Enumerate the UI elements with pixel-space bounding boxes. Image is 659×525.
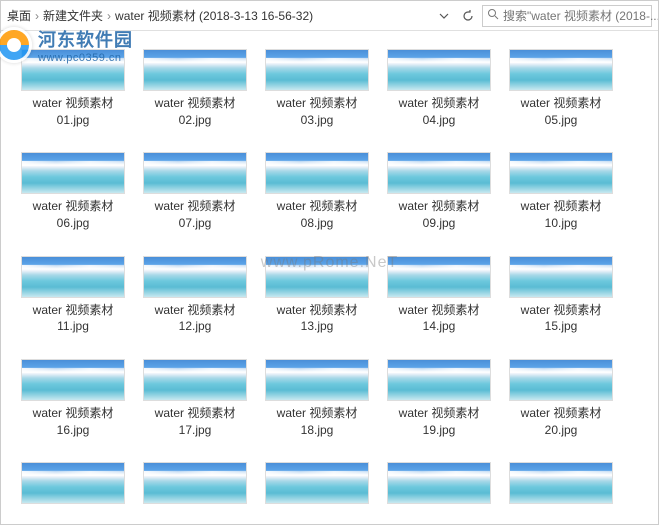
file-name-label: water 视频素材11.jpg: [21, 302, 125, 336]
thumbnail-image: [387, 256, 491, 298]
file-name-label: water 视频素材01.jpg: [21, 95, 125, 129]
breadcrumb-item[interactable]: water 视频素材 (2018-3-13 16-56-32): [115, 7, 313, 24]
file-item[interactable]: water 视频素材16.jpg: [21, 359, 125, 440]
file-grid: water 视频素材01.jpg water 视频素材02.jpg water 视频…: [1, 31, 658, 524]
file-item[interactable]: water 视频素材03.jpg: [265, 49, 369, 130]
thumbnail-image: [265, 462, 369, 504]
thumbnail-image: [143, 152, 247, 194]
breadcrumb-item[interactable]: 新建文件夹: [43, 7, 103, 24]
breadcrumb-item[interactable]: 桌面: [7, 7, 31, 24]
thumbnail-image: [387, 462, 491, 504]
file-item[interactable]: water 视频素材14.jpg: [387, 256, 491, 337]
file-name-label: water 视频素材04.jpg: [387, 95, 491, 129]
file-name-label: water 视频素材15.jpg: [509, 302, 613, 336]
file-name-label: water 视频素材13.jpg: [265, 302, 369, 336]
file-name-label: water 视频素材12.jpg: [143, 302, 247, 336]
file-item[interactable]: water 视频素材18.jpg: [265, 359, 369, 440]
thumbnail-image: [509, 359, 613, 401]
file-name-label: water 视频素材06.jpg: [21, 198, 125, 232]
file-item[interactable]: water 视频素材02.jpg: [143, 49, 247, 130]
thumbnail-image: [387, 152, 491, 194]
thumbnail-image: [21, 152, 125, 194]
search-box[interactable]: →: [482, 5, 652, 27]
breadcrumb[interactable]: 桌面 › 新建文件夹 › water 视频素材 (2018-3-13 16-56…: [7, 7, 430, 24]
file-name-label: water 视频素材08.jpg: [265, 198, 369, 232]
thumbnail-image: [509, 256, 613, 298]
file-item[interactable]: water 视频素材08.jpg: [265, 152, 369, 233]
thumbnail-image: [21, 359, 125, 401]
address-toolbar: 桌面 › 新建文件夹 › water 视频素材 (2018-3-13 16-56…: [1, 1, 658, 31]
thumbnail-image: [265, 152, 369, 194]
file-name-label: water 视频素材14.jpg: [387, 302, 491, 336]
thumbnail-image: [143, 256, 247, 298]
thumbnail-image: [265, 49, 369, 91]
thumbnail-image: [265, 256, 369, 298]
file-item[interactable]: water 视频素材17.jpg: [143, 359, 247, 440]
thumbnail-image: [143, 49, 247, 91]
file-name-label: water 视频素材07.jpg: [143, 198, 247, 232]
file-name-label: water 视频素材17.jpg: [143, 405, 247, 439]
thumbnail-image: [21, 256, 125, 298]
file-item[interactable]: [143, 462, 247, 506]
chevron-right-icon: ›: [35, 9, 39, 23]
file-item[interactable]: water 视频素材07.jpg: [143, 152, 247, 233]
chevron-right-icon: ›: [107, 9, 111, 23]
file-name-label: water 视频素材10.jpg: [509, 198, 613, 232]
file-item[interactable]: water 视频素材09.jpg: [387, 152, 491, 233]
file-item[interactable]: water 视频素材20.jpg: [509, 359, 613, 440]
file-name-label: water 视频素材03.jpg: [265, 95, 369, 129]
thumbnail-image: [21, 49, 125, 91]
file-item[interactable]: water 视频素材05.jpg: [509, 49, 613, 130]
file-item[interactable]: water 视频素材13.jpg: [265, 256, 369, 337]
file-item[interactable]: water 视频素材01.jpg: [21, 49, 125, 130]
search-icon: [487, 8, 499, 23]
file-name-label: water 视频素材05.jpg: [509, 95, 613, 129]
file-name-label: water 视频素材09.jpg: [387, 198, 491, 232]
file-item[interactable]: water 视频素材06.jpg: [21, 152, 125, 233]
file-item[interactable]: water 视频素材10.jpg: [509, 152, 613, 233]
file-item[interactable]: water 视频素材15.jpg: [509, 256, 613, 337]
file-name-label: water 视频素材20.jpg: [509, 405, 613, 439]
file-item[interactable]: water 视频素材19.jpg: [387, 359, 491, 440]
thumbnail-image: [143, 359, 247, 401]
file-item[interactable]: water 视频素材04.jpg: [387, 49, 491, 130]
thumbnail-image: [387, 359, 491, 401]
file-item[interactable]: water 视频素材12.jpg: [143, 256, 247, 337]
thumbnail-image: [143, 462, 247, 504]
file-name-label: water 视频素材16.jpg: [21, 405, 125, 439]
search-input[interactable]: [503, 9, 658, 23]
file-item[interactable]: [509, 462, 613, 506]
thumbnail-image: [509, 462, 613, 504]
thumbnail-image: [509, 49, 613, 91]
refresh-icon[interactable]: [458, 6, 478, 26]
thumbnail-image: [509, 152, 613, 194]
file-name-label: water 视频素材18.jpg: [265, 405, 369, 439]
file-item[interactable]: [265, 462, 369, 506]
file-item[interactable]: [387, 462, 491, 506]
file-item[interactable]: water 视频素材11.jpg: [21, 256, 125, 337]
file-name-label: water 视频素材19.jpg: [387, 405, 491, 439]
file-item[interactable]: [21, 462, 125, 506]
thumbnail-image: [265, 359, 369, 401]
dropdown-icon[interactable]: [434, 6, 454, 26]
thumbnail-image: [387, 49, 491, 91]
thumbnail-image: [21, 462, 125, 504]
file-name-label: water 视频素材02.jpg: [143, 95, 247, 129]
